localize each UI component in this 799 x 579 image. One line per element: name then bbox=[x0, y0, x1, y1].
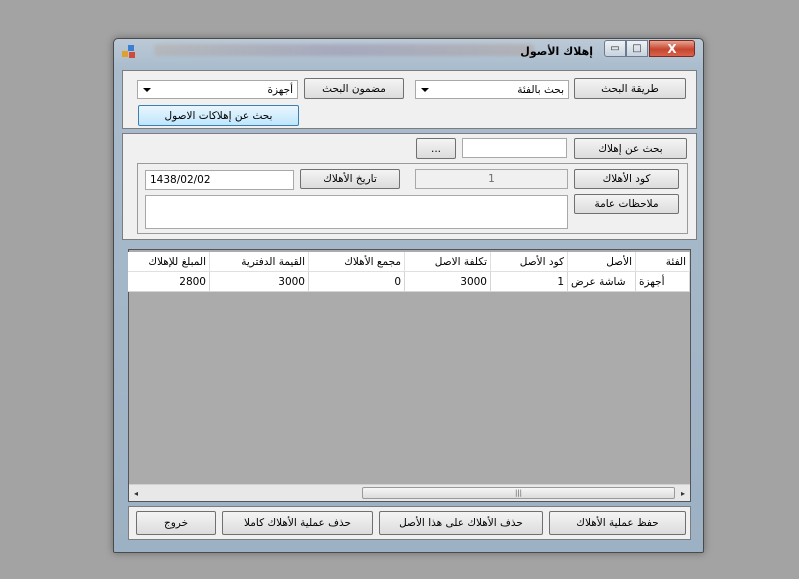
save-depreciation-button[interactable]: حفظ عملية الأهلاك bbox=[549, 511, 686, 535]
search-content-value: أجهزة bbox=[267, 83, 293, 96]
delete-asset-depreciation-button[interactable]: حذف الأهلاك على هذا الأصل bbox=[379, 511, 543, 535]
app-icon[interactable] bbox=[122, 45, 136, 59]
depreciation-code-field: 1 bbox=[415, 169, 568, 189]
minimize-icon: ▭ bbox=[610, 43, 620, 54]
depreciation-panel: بحث عن إهلاك ... كود الأهلاك 1 تاريخ الأ… bbox=[122, 133, 697, 240]
horizontal-scrollbar[interactable]: ◂ ||| ▸ bbox=[129, 484, 690, 501]
close-button[interactable]: X bbox=[649, 40, 695, 57]
general-notes-input[interactable] bbox=[145, 195, 568, 229]
column-header[interactable]: كود الأصل bbox=[491, 252, 568, 272]
search-content-label: مضمون البحث bbox=[304, 78, 404, 99]
chevron-down-icon bbox=[421, 88, 429, 92]
search-method-value: بحث بالفئة bbox=[517, 83, 564, 96]
browse-button[interactable]: ... bbox=[416, 138, 456, 159]
column-header[interactable]: مجمع الأهلاك bbox=[309, 252, 405, 272]
actions-panel: حفظ عملية الأهلاك حذف الأهلاك على هذا ال… bbox=[128, 506, 691, 540]
search-method-select[interactable]: بحث بالفئة bbox=[415, 80, 569, 99]
delete-all-depreciation-button[interactable]: حذف عملية الأهلاك كاملا bbox=[222, 511, 373, 535]
column-header[interactable]: القيمة الدفترية bbox=[210, 252, 309, 272]
column-header[interactable]: الأصل bbox=[568, 252, 636, 272]
title-bar[interactable]: إهلاك الأصول ▭ □ X bbox=[114, 39, 703, 63]
depreciation-table[interactable]: الفئة الأصل كود الأصل تكلفة الاصل مجمع ا… bbox=[128, 249, 691, 502]
table-cell-asset-code[interactable]: 1 bbox=[491, 272, 568, 292]
minimize-button[interactable]: ▭ bbox=[604, 40, 626, 57]
table-cell-depreciation-amount[interactable]: 2800 bbox=[128, 272, 210, 292]
scrollbar-thumb[interactable]: ||| bbox=[362, 487, 675, 499]
chevron-down-icon bbox=[143, 88, 151, 92]
maximize-button[interactable]: □ bbox=[626, 40, 648, 57]
depreciation-details-group: كود الأهلاك 1 تاريخ الأهلاك 1438/02/02 م… bbox=[137, 163, 688, 234]
close-icon: X bbox=[667, 41, 677, 56]
search-depreciations-button[interactable]: بحث عن إهلاكات الاصول bbox=[138, 105, 299, 126]
column-header[interactable]: تكلفة الاصل bbox=[405, 252, 491, 272]
table-cell-category[interactable]: أجهزة bbox=[636, 272, 690, 292]
depreciation-search-input[interactable] bbox=[462, 138, 567, 158]
depreciation-code-label: كود الأهلاك bbox=[574, 169, 679, 189]
scroll-left-icon[interactable]: ◂ bbox=[134, 489, 138, 498]
search-panel: طريقة البحث بحث بالفئة مضمون البحث أجهزة… bbox=[122, 70, 697, 129]
table-cell-book-value[interactable]: 3000 bbox=[210, 272, 309, 292]
search-content-select[interactable]: أجهزة bbox=[137, 80, 298, 99]
table-cell-asset-cost[interactable]: 3000 bbox=[405, 272, 491, 292]
column-header[interactable]: المبلغ للإهلاك bbox=[128, 252, 210, 272]
depreciation-search-label: بحث عن إهلاك bbox=[574, 138, 687, 159]
depreciation-date-label: تاريخ الأهلاك bbox=[300, 169, 400, 189]
scroll-right-icon[interactable]: ▸ bbox=[681, 489, 685, 498]
table-header-row: الفئة الأصل كود الأصل تكلفة الاصل مجمع ا… bbox=[128, 252, 690, 272]
depreciation-date-input[interactable]: 1438/02/02 bbox=[145, 170, 294, 190]
exit-button[interactable]: خروج bbox=[136, 511, 216, 535]
table-cell-asset[interactable]: شاشة عرض bbox=[568, 272, 636, 292]
table-row[interactable]: أجهزة شاشة عرض 1 3000 0 3000 2800 bbox=[128, 272, 690, 292]
title-bar-blurred-background bbox=[154, 44, 534, 56]
maximize-icon: □ bbox=[632, 43, 642, 54]
column-header[interactable]: الفئة bbox=[636, 252, 690, 272]
general-notes-label: ملاحظات عامة bbox=[574, 194, 679, 214]
window-title: إهلاك الأصول bbox=[520, 45, 593, 58]
main-window: إهلاك الأصول ▭ □ X طريقة البحث بحث بالفئ… bbox=[113, 38, 704, 553]
search-method-label: طريقة البحث bbox=[574, 78, 686, 99]
table-cell-accumulated-depreciation[interactable]: 0 bbox=[309, 272, 405, 292]
